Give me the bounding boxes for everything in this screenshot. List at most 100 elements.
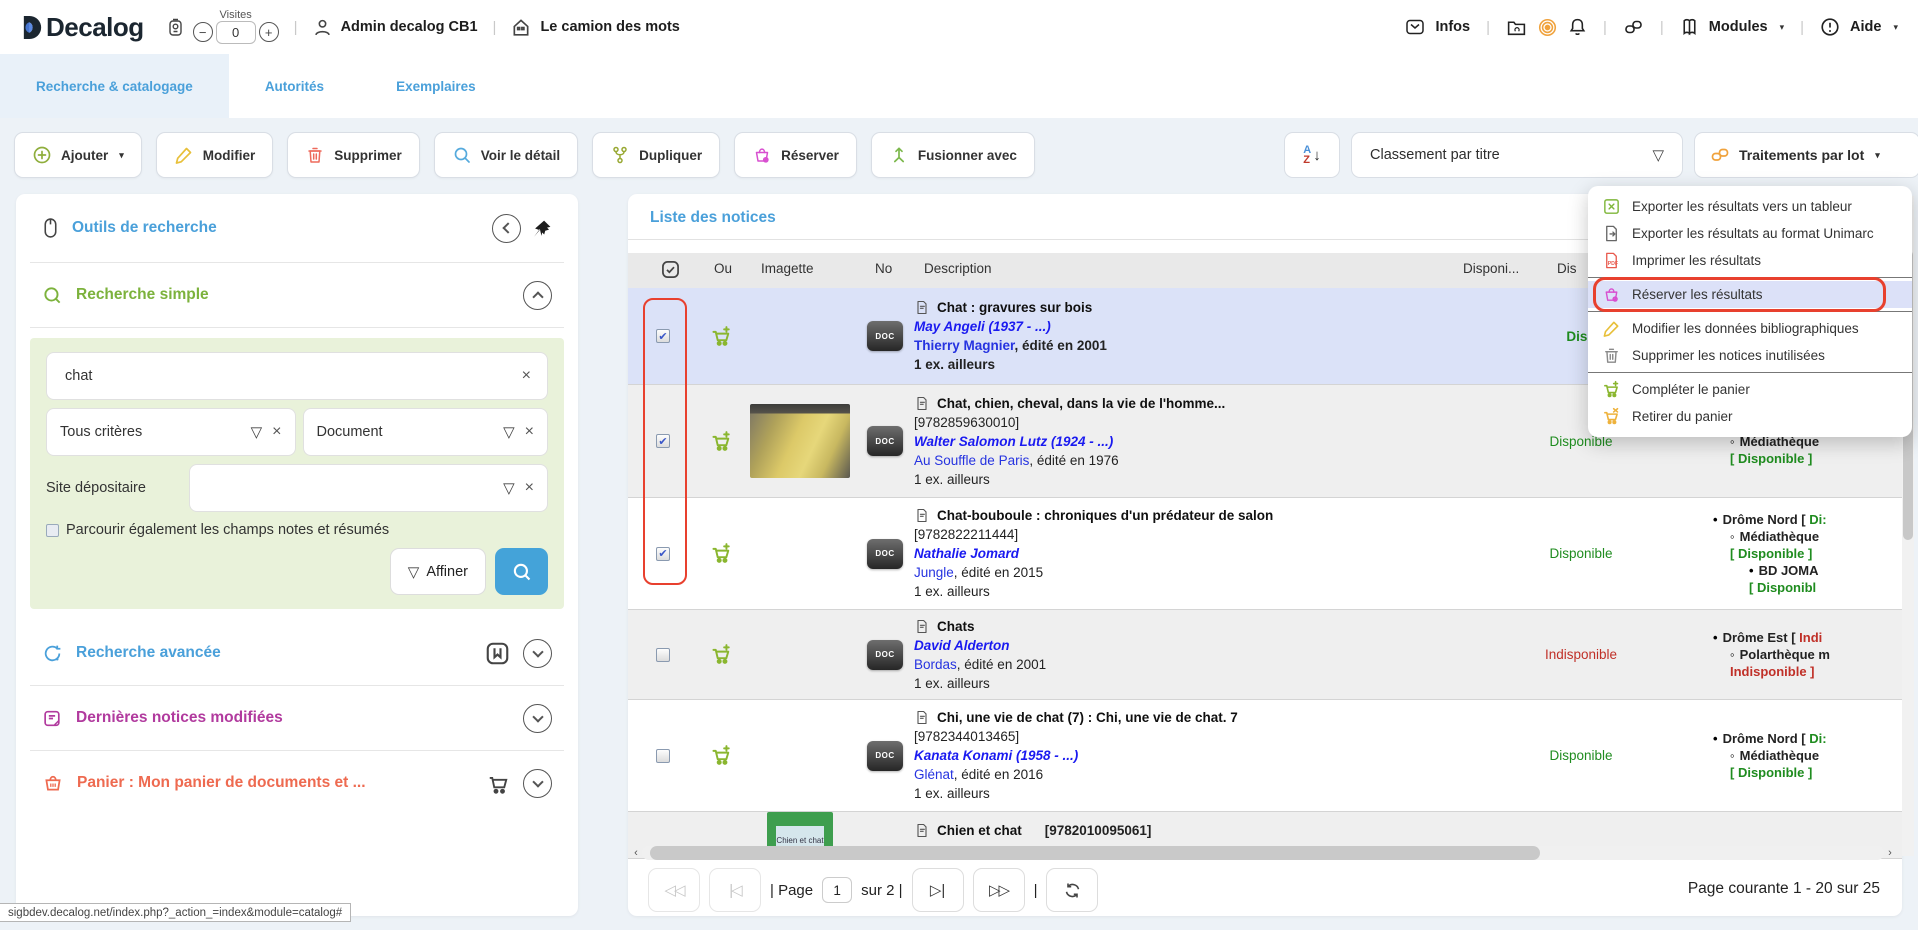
previous-page-button[interactable]: |◁ (709, 868, 761, 912)
deposit-site-select[interactable]: ▽× (189, 464, 548, 512)
help-icon[interactable] (1820, 17, 1840, 37)
recent-records-header[interactable]: Dernières notices modifiées (16, 686, 578, 750)
col-description[interactable]: Description (924, 261, 992, 276)
add-to-cart-icon[interactable] (710, 542, 733, 565)
advanced-search-header[interactable]: Recherche avancée (16, 621, 578, 685)
fusionner-avec-button[interactable]: Fusionner avec (871, 132, 1035, 178)
visits-minus-button[interactable]: − (193, 22, 213, 42)
record-publisher-link[interactable]: Glénat (914, 767, 954, 782)
row-checkbox[interactable]: ✔ (656, 329, 670, 343)
dupliquer-button[interactable]: Dupliquer (592, 132, 720, 178)
pin-icon[interactable] (533, 219, 552, 238)
sort-order-select[interactable]: Classement par titre ▽ (1351, 132, 1683, 178)
modules-label[interactable]: Modules (1709, 19, 1768, 35)
col-imagette[interactable]: Imagette (761, 261, 814, 276)
expand-section-button[interactable] (523, 704, 552, 733)
table-row[interactable]: DOCChatsDavid AldertonBordas, édité en 2… (628, 610, 1902, 700)
record-publisher-link[interactable]: Bordas (914, 657, 957, 672)
search-submit-button[interactable] (495, 548, 548, 595)
current-user[interactable]: Admin decalog CB1 (341, 19, 478, 35)
menu-item-modifier-les-donn-es-bibliographiques[interactable]: Modifier les données bibliographiques (1588, 315, 1912, 342)
horizontal-scrollbar[interactable]: ‹ › (630, 845, 1896, 861)
folder-icon[interactable] (1506, 18, 1527, 37)
record-author-link[interactable]: May Angeli (1937 - ...) (914, 317, 1458, 336)
visits-value[interactable]: 0 (216, 21, 256, 44)
menu-item-r-server-les-r-sultats[interactable]: Réserver les résultats (1588, 281, 1912, 308)
infos-label[interactable]: Infos (1435, 19, 1470, 35)
add-to-cart-icon[interactable] (710, 643, 733, 666)
record-publisher-link[interactable]: Jungle (914, 565, 954, 580)
table-row[interactable]: DOCChi, une vie de chat (7) : Chi, une v… (628, 700, 1902, 812)
clear-search-icon[interactable]: × (522, 367, 531, 385)
voir-le-d-tail-button[interactable]: Voir le détail (434, 132, 578, 178)
select-all-checkbox-icon[interactable] (660, 259, 681, 283)
record-author-link[interactable]: David Alderton (914, 636, 1458, 655)
first-page-button[interactable]: ◁◁ (648, 868, 700, 912)
scroll-right-icon[interactable]: › (1884, 847, 1896, 859)
row-checkbox[interactable] (656, 749, 670, 763)
clear-doctype-icon[interactable]: × (525, 423, 534, 441)
menu-item-supprimer-les-notices-inutilis-es[interactable]: Supprimer les notices inutilisées (1588, 342, 1912, 369)
menu-item-imprimer-les-r-sultats[interactable]: PDFImprimer les résultats (1588, 247, 1912, 274)
col-disponibilite[interactable]: Disponi... (1463, 261, 1519, 276)
last-page-button[interactable]: ▷▷ (973, 868, 1025, 912)
scroll-left-icon[interactable]: ‹ (630, 847, 642, 859)
modifier-button[interactable]: Modifier (156, 132, 274, 178)
record-title[interactable]: Chi, une vie de chat (7) : Chi, une vie … (937, 708, 1238, 727)
criteria-select[interactable]: Tous critères ▽× (46, 408, 296, 456)
sort-az-button[interactable]: AZ ↓ (1284, 132, 1340, 178)
notifications-bell-icon[interactable] (1568, 17, 1587, 37)
record-author-link[interactable]: Kanata Konami (1958 - ...) (914, 746, 1458, 765)
expand-section-button[interactable] (523, 639, 552, 668)
link-icon[interactable] (1623, 17, 1644, 37)
col-disponibilite-detail[interactable]: Dis (1557, 261, 1577, 276)
clear-site-icon[interactable]: × (525, 479, 534, 497)
record-title[interactable]: Chat : gravures sur bois (937, 298, 1092, 317)
notes-checkbox[interactable] (46, 524, 59, 537)
menu-item-exporter-les-r-sultats-au-format-unimarc[interactable]: Exporter les résultats au format Unimarc (1588, 220, 1912, 247)
record-title[interactable]: Chien et chat (937, 821, 1022, 840)
expand-section-button[interactable] (523, 769, 552, 798)
basket-header[interactable]: Panier : Mon panier de documents et ... (16, 751, 578, 815)
bookmark-icon[interactable] (484, 640, 511, 667)
tab-autorites[interactable]: Autorités (229, 54, 360, 118)
record-title[interactable]: Chats (937, 617, 975, 636)
record-title[interactable]: Chat-bouboule : chroniques d'un prédateu… (937, 506, 1273, 525)
r-server-button[interactable]: Réserver (734, 132, 857, 178)
record-title[interactable]: Chat, chien, cheval, dans la vie de l'ho… (937, 394, 1225, 413)
tab-recherche-catalogage[interactable]: Recherche & catalogage (0, 54, 229, 118)
table-row[interactable]: ✔DOCChat-bouboule : chroniques d'un préd… (628, 498, 1902, 610)
add-to-cart-icon[interactable] (710, 430, 733, 453)
row-checkbox[interactable] (656, 648, 670, 662)
next-page-button[interactable]: ▷| (912, 868, 964, 912)
refresh-button[interactable] (1046, 868, 1098, 912)
cart-icon[interactable] (486, 771, 511, 796)
record-author-link[interactable]: Nathalie Jomard (914, 544, 1458, 563)
record-publisher-link[interactable]: Thierry Magnier (914, 338, 1015, 353)
clear-criteria-icon[interactable]: × (272, 423, 281, 441)
collapse-panel-button[interactable] (492, 214, 521, 243)
menu-item-retirer-du-panier[interactable]: Retirer du panier (1588, 403, 1912, 430)
page-number-input[interactable] (822, 877, 852, 903)
refine-button[interactable]: ▽ Affiner (390, 548, 486, 595)
record-publisher-link[interactable]: Au Souffle de Paris (914, 453, 1029, 468)
aide-label[interactable]: Aide (1850, 19, 1881, 35)
decalog-logo[interactable]: Decalog (20, 12, 144, 43)
hscroll-thumb[interactable] (650, 846, 1540, 860)
search-term-field[interactable]: × (46, 352, 548, 400)
infos-icon[interactable] (1405, 18, 1425, 36)
tab-exemplaires[interactable]: Exemplaires (360, 54, 512, 118)
menu-item-compl-ter-le-panier[interactable]: Compléter le panier (1588, 376, 1912, 403)
ajouter-button[interactable]: Ajouter▾ (14, 132, 142, 178)
current-site[interactable]: Le camion des mots (540, 19, 679, 35)
col-outils[interactable]: Ou (714, 261, 732, 276)
collapse-section-button[interactable] (523, 281, 552, 310)
row-checkbox[interactable]: ✔ (656, 547, 670, 561)
record-thumbnail[interactable] (750, 404, 850, 478)
search-term-input[interactable] (63, 367, 514, 385)
visits-plus-button[interactable]: + (259, 22, 279, 42)
modules-icon[interactable] (1680, 17, 1699, 37)
row-checkbox[interactable]: ✔ (656, 434, 670, 448)
beacon-icon[interactable] (1537, 17, 1558, 38)
batch-actions-button[interactable]: Traitements par lot ▾ (1694, 132, 1918, 178)
